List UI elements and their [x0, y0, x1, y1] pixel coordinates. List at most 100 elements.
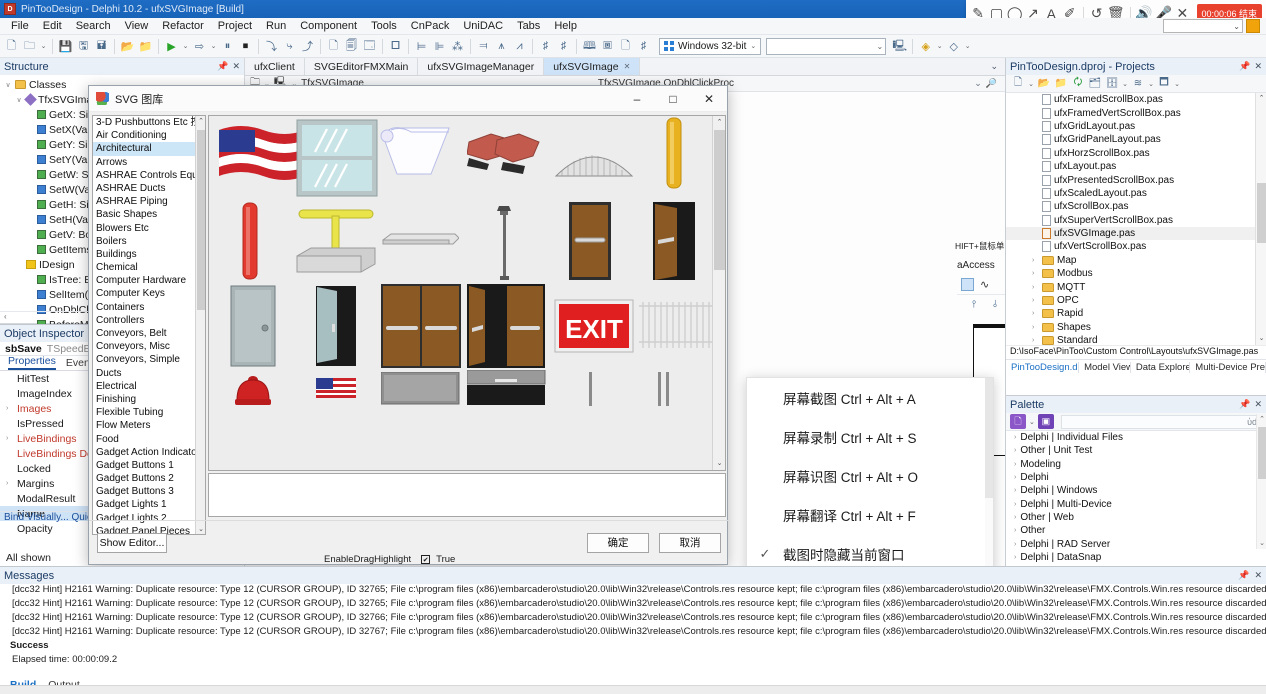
align-vcenter-icon[interactable]: ⫯: [967, 297, 981, 311]
twisty-icon[interactable]: ›: [1032, 337, 1039, 344]
twisty-icon[interactable]: ›: [1014, 514, 1016, 521]
svg-detail-area[interactable]: [208, 473, 726, 517]
align-right-icon[interactable]: ⊫: [431, 37, 448, 56]
tab-pintoodesign[interactable]: PinTooDesign.d...: [1006, 361, 1080, 373]
svg-library-dialog[interactable]: SVG 图库 – □ ✕ 3-D Pushbuttons Etc 按钮Air C…: [88, 85, 729, 565]
new-icon[interactable]: 🗋: [3, 37, 20, 56]
target-icon[interactable]: 🗖: [1156, 76, 1172, 91]
projects-file-tree[interactable]: ufxFramedScrollBox.pas ufxFramedVertScrol…: [1006, 93, 1266, 345]
tab-ufxsvgimagemanager[interactable]: ufxSVGImageManager: [418, 58, 545, 75]
svg-category-item[interactable]: Architectural: [93, 142, 197, 156]
deploy-dropdown-icon[interactable]: ⌄: [1121, 80, 1129, 88]
svg-category-item[interactable]: Buildings: [93, 248, 197, 261]
project-tree-item[interactable]: ufxFramedVertScrollBox.pas: [1006, 106, 1266, 119]
post-icon[interactable]: [584, 372, 598, 406]
message-line[interactable]: Success: [0, 640, 1266, 654]
twisty-icon[interactable]: ∨: [15, 96, 23, 104]
config-dropdown-icon[interactable]: ⌄: [1147, 80, 1155, 88]
small-flag-icon[interactable]: [314, 374, 358, 404]
expand-icon[interactable]: ›: [6, 405, 15, 412]
yellow-bollard-icon[interactable]: [659, 116, 689, 194]
palette-group-row[interactable]: › Other: [1006, 524, 1266, 537]
project-tree-item[interactable]: ufxSuperVertScrollBox.pas: [1006, 214, 1266, 227]
twisty-icon[interactable]: ∨: [4, 81, 12, 89]
svg-category-item[interactable]: Ducts: [93, 367, 197, 380]
menu-item-component[interactable]: Component: [293, 19, 364, 33]
pin-icon[interactable]: 📌: [1238, 570, 1249, 581]
twisty-icon[interactable]: ›: [1014, 474, 1016, 481]
beam-icon[interactable]: [381, 228, 459, 250]
save-project-icon[interactable]: 🖬: [93, 37, 110, 56]
run-icon[interactable]: ▶: [163, 37, 180, 56]
palette-search-input[interactable]: ὐd: [1060, 414, 1262, 429]
checkbox[interactable]: ✔: [421, 555, 431, 564]
open-folder-icon[interactable]: 📁: [1053, 76, 1069, 91]
close-icon[interactable]: ✕: [232, 61, 240, 72]
svg-category-item[interactable]: Controllers: [93, 314, 197, 327]
palette-group-row[interactable]: › Delphi | DataSnap: [1006, 551, 1266, 564]
palette-add-icon[interactable]: 🗋: [1010, 414, 1026, 429]
svg-category-item[interactable]: Finishing: [93, 393, 197, 406]
svg-category-item[interactable]: Basic Shapes: [93, 208, 197, 221]
inspector-row-enabledraghighlight[interactable]: EnableDragHighlight ✔ True: [310, 553, 510, 566]
lamp-post-icon[interactable]: [494, 200, 516, 282]
target-dropdown-icon[interactable]: ⌄: [1173, 80, 1181, 88]
svg-category-item[interactable]: Computer Hardware: [93, 274, 197, 287]
expand-icon[interactable]: ›: [6, 435, 15, 442]
svg-category-item[interactable]: Conveyors, Belt: [93, 327, 197, 340]
menu-right-controls[interactable]: ⌄: [1163, 19, 1260, 33]
svg-category-item[interactable]: Gadget Buttons 2: [93, 472, 197, 485]
close-icon[interactable]: ✕: [1254, 399, 1262, 410]
project-tree-item[interactable]: ufxVertScrollBox.pas: [1006, 240, 1266, 253]
run-no-debug-icon[interactable]: ⇨: [191, 37, 208, 56]
svg-category-item[interactable]: Conveyors, Misc: [93, 340, 197, 353]
message-line[interactable]: Elapsed time: 00:00:09.2: [0, 654, 1266, 668]
capture-context-menu[interactable]: 屏幕截图 Ctrl + Alt + A 屏幕录制 Ctrl + Alt + S 屏幕…: [746, 377, 994, 574]
bricks-icon[interactable]: [467, 130, 545, 180]
palette-group-row[interactable]: › Other | Unit Test: [1006, 444, 1266, 457]
sync-icon[interactable]: ◇: [945, 37, 962, 56]
menu-item-unidac[interactable]: UniDAC: [456, 19, 510, 33]
align-left-icon[interactable]: ⊨: [413, 37, 430, 56]
new-form-icon[interactable]: 🗋: [325, 37, 342, 56]
svg-category-item[interactable]: Gadget Buttons 1: [93, 459, 197, 472]
svg-dialog-close-button[interactable]: ✕: [691, 86, 727, 112]
save-all-icon[interactable]: 🖫: [75, 37, 92, 56]
projects-bottom-tabs[interactable]: PinTooDesign.d... Model View Data Explor…: [1006, 359, 1266, 374]
scroll-up-icon[interactable]: ⌃: [1256, 93, 1266, 105]
gray-panel-icon[interactable]: [381, 372, 461, 406]
message-line[interactable]: [dcc32 Hint] H2161 Warning: Duplicate re…: [0, 584, 1266, 598]
twisty-icon[interactable]: ›: [1032, 284, 1039, 291]
run-config-dropdown-icon[interactable]: ⌄: [209, 37, 218, 56]
open-folder-icon[interactable]: [1246, 19, 1260, 33]
align-center-icon[interactable]: ⩘: [511, 37, 528, 56]
align-top-icon[interactable]: ⫤: [475, 37, 492, 56]
twisty-icon[interactable]: ›: [1014, 447, 1016, 454]
open-project-icon[interactable]: 📂: [119, 37, 136, 56]
awning-icon[interactable]: [379, 122, 457, 186]
open-icon[interactable]: 🗀: [21, 37, 38, 56]
project-tree-item[interactable]: ufxGridPanelLayout.pas: [1006, 133, 1266, 146]
tab-order-icon[interactable]: 🕮: [581, 37, 598, 56]
svg-preview-scrollbar[interactable]: ⌃ ⌄: [712, 116, 725, 470]
new-project-dropdown-icon[interactable]: ⌄: [1027, 80, 1035, 88]
palette-filter-icon[interactable]: ▣: [1037, 414, 1054, 429]
toggle-form-icon[interactable]: 🗔: [361, 37, 378, 56]
trace-into-icon[interactable]: ⤷: [281, 37, 298, 56]
bind-visually-link[interactable]: Bind Visually...: [4, 512, 69, 523]
close-all-icon[interactable]: 📁: [137, 37, 154, 56]
menu-item-view[interactable]: View: [118, 19, 156, 33]
scroll-down-icon[interactable]: ⌄: [1256, 333, 1266, 345]
twisty-icon[interactable]: ›: [1014, 554, 1016, 561]
grid-icon[interactable]: ♯: [635, 37, 652, 56]
palette-scrollbar[interactable]: ⌃ ⌄: [1256, 414, 1266, 549]
scroll-down-icon[interactable]: ⌄: [713, 457, 725, 470]
projects-header-icons[interactable]: 📌 ✕: [1239, 61, 1262, 72]
gray-drawer-icon[interactable]: [467, 370, 547, 406]
svg-category-item[interactable]: Food: [93, 433, 197, 446]
messages-header-icons[interactable]: 📌 ✕: [1238, 570, 1262, 581]
svg-category-item[interactable]: Containers: [93, 301, 197, 314]
menu-item-run[interactable]: Run: [259, 19, 293, 33]
main-toolbar[interactable]: 🗋 🗀 ⌄ 💾 🖫 🖬 📂 📁 ▶ ⌄ ⇨ ⌄ ⏸ ⏹ ⤵ ⤷ ⤴ 🗋 🗐 🗔 …: [0, 35, 1266, 58]
twisty-icon[interactable]: ›: [1014, 541, 1016, 548]
